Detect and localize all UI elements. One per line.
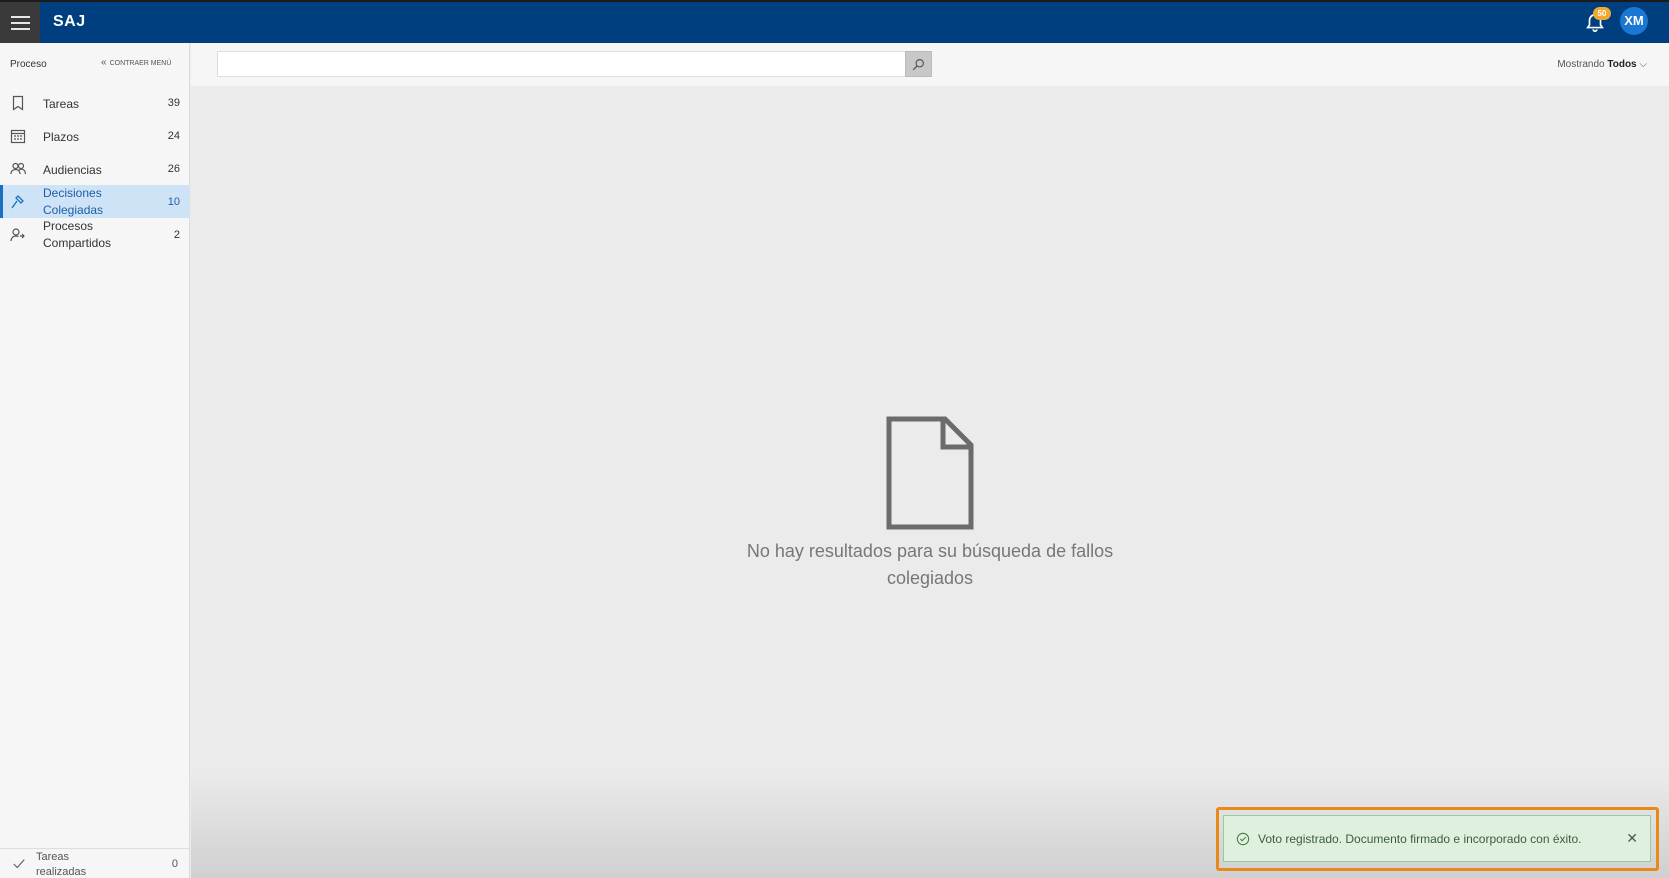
sidebar-item-label: Decisiones Colegiadas — [43, 186, 104, 217]
people-icon — [10, 162, 26, 175]
sidebar-item-count: 39 — [167, 97, 180, 109]
search-bar: Mostrando Todos ⌵ — [191, 43, 1669, 86]
calendar-icon — [10, 129, 26, 144]
search-button[interactable] — [905, 51, 932, 77]
sidebar-item-audiencias[interactable]: Audiencias 26 — [0, 152, 190, 185]
sidebar-title: Proceso — [10, 59, 47, 70]
sidebar-footer-tareas-realizadas[interactable]: Tareas realizadas 0 — [0, 848, 190, 878]
sidebar-header: Proceso « CONTRAER MENÚ — [0, 43, 190, 86]
sidebar-item-decisiones-colegiadas[interactable]: Decisiones Colegiadas 10 — [0, 185, 190, 218]
sidebar-item-count: 24 — [167, 130, 180, 142]
avatar[interactable]: XM — [1620, 7, 1648, 35]
footer-count: 0 — [171, 858, 178, 870]
empty-state-message: No hay resultados para su búsqueda de fa… — [746, 541, 1114, 588]
gavel-icon — [11, 195, 24, 209]
hamburger-menu-icon[interactable] — [0, 2, 40, 43]
notification-badge: 50 — [1593, 7, 1611, 20]
chevron-down-icon: ⌵ — [1639, 59, 1647, 70]
sidebar-item-count: 2 — [173, 229, 180, 241]
app-brand[interactable]: SAJ — [53, 13, 86, 31]
showing-value: Todos — [1607, 59, 1637, 70]
sidebar-item-count: 10 — [167, 196, 180, 208]
collapse-menu-label: CONTRAER MENÚ — [109, 59, 172, 67]
bookmark-icon — [12, 95, 24, 111]
sidebar: Proceso « CONTRAER MENÚ Tareas 39 Plazos… — [0, 43, 190, 878]
sidebar-item-label: Procesos Compartidos — [43, 219, 112, 250]
showing-filter-dropdown[interactable]: Mostrando Todos ⌵ — [1557, 59, 1647, 70]
shared-person-icon — [10, 228, 25, 242]
check-circle-icon — [1236, 832, 1250, 846]
sidebar-item-label: Tareas — [43, 97, 80, 111]
footer-label: Tareas realizadas — [36, 851, 87, 878]
close-icon[interactable]: ✕ — [1626, 830, 1638, 846]
sidebar-item-count: 26 — [167, 163, 180, 175]
success-toast: Voto registrado. Documento firmado e inc… — [1223, 815, 1651, 862]
sidebar-item-tareas[interactable]: Tareas 39 — [0, 86, 190, 119]
showing-label: Mostrando — [1557, 59, 1605, 70]
top-bar: SAJ — [0, 0, 1669, 43]
sidebar-item-plazos[interactable]: Plazos 24 — [0, 119, 190, 152]
sidebar-item-procesos-compartidos[interactable]: Procesos Compartidos 2 — [0, 218, 190, 251]
double-chevron-left-icon: « — [101, 57, 107, 68]
sidebar-item-label: Plazos — [43, 130, 80, 144]
empty-document-icon — [886, 416, 974, 530]
search-input[interactable] — [217, 51, 907, 77]
collapse-menu-button[interactable]: « CONTRAER MENÚ — [101, 57, 172, 68]
search-icon — [912, 58, 924, 70]
checkmark-icon — [13, 859, 25, 869]
toast-message: Voto registrado. Documento firmado e inc… — [1258, 832, 1582, 846]
sidebar-item-label: Audiencias — [43, 163, 102, 177]
